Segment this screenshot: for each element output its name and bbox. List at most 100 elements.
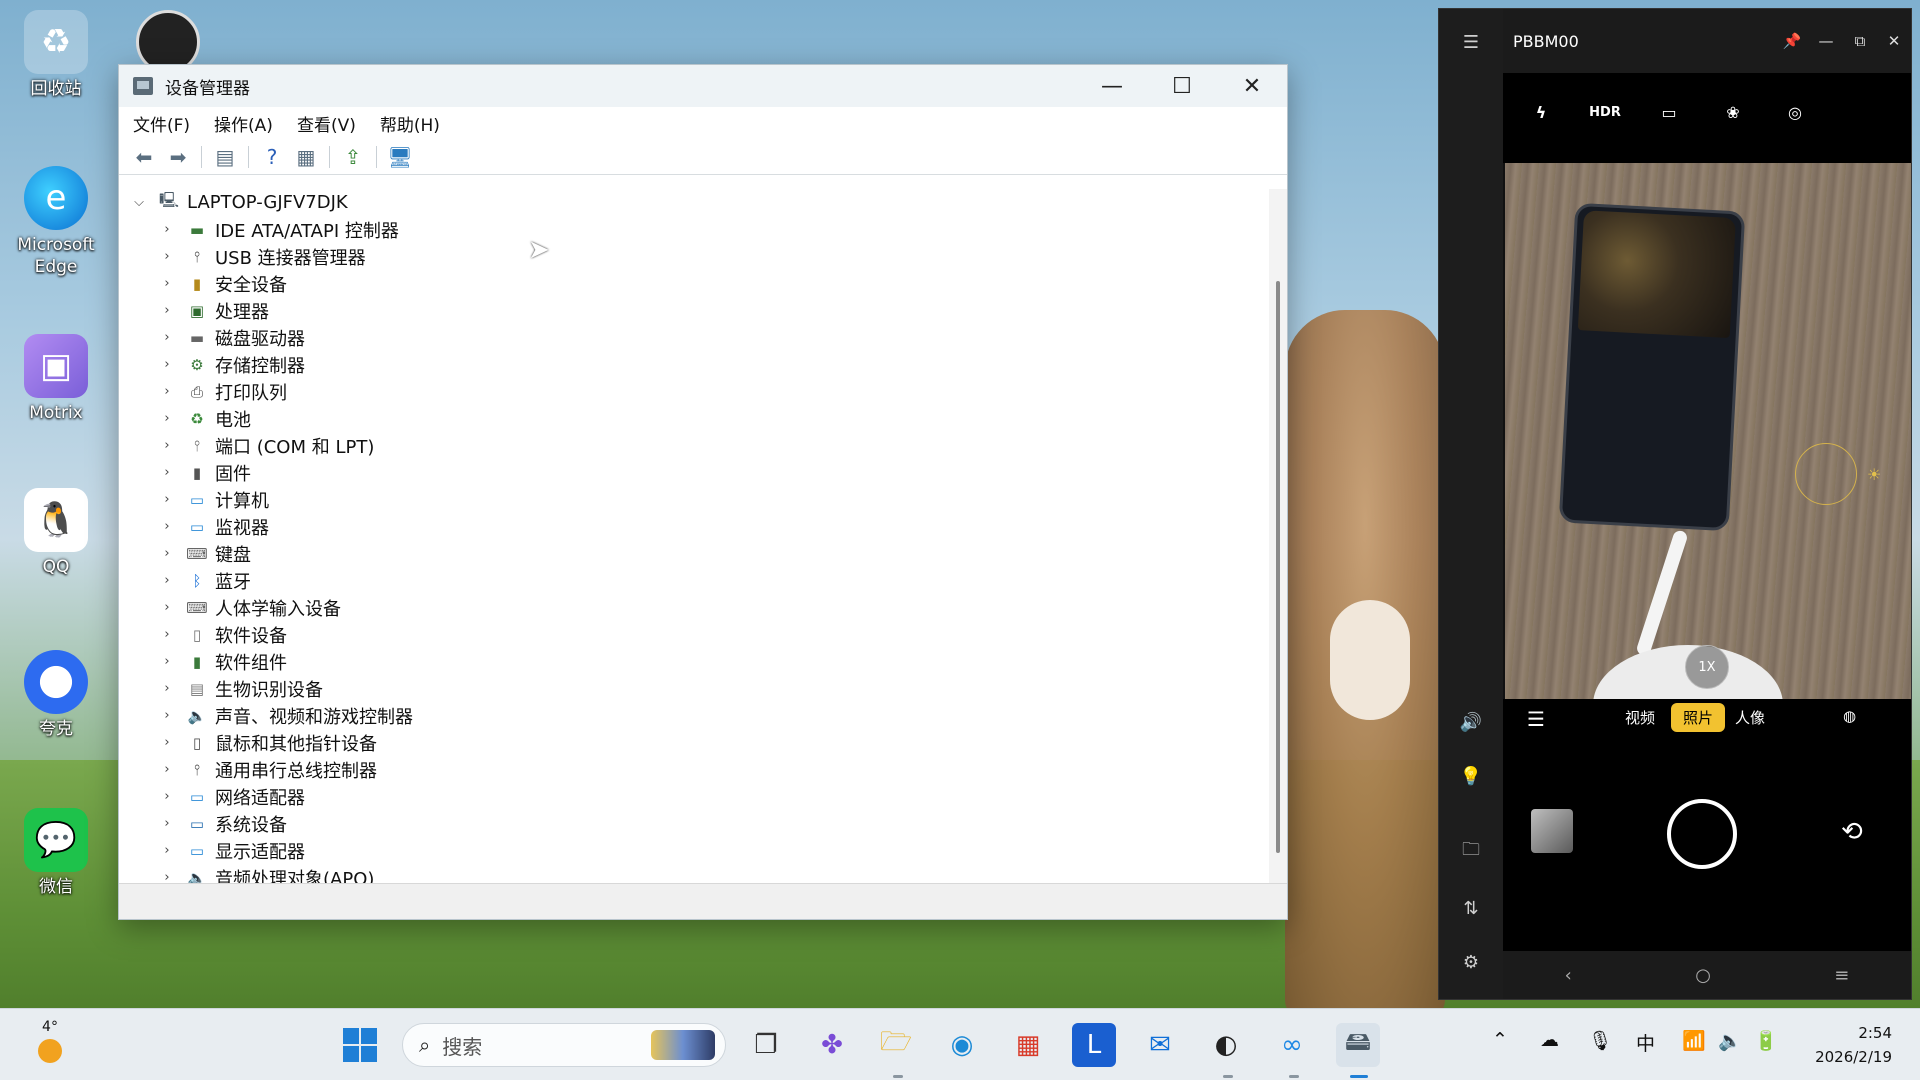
sidebar-menu-icon[interactable]: ☰ bbox=[1439, 27, 1503, 57]
chevron-right-icon[interactable]: › bbox=[159, 870, 175, 883]
onedrive-icon[interactable]: ☁ bbox=[1540, 1029, 1559, 1051]
update-driver-icon[interactable]: ⇪ bbox=[340, 144, 366, 170]
folder-icon[interactable]: 🗀 bbox=[1439, 837, 1503, 867]
nav-back-icon[interactable]: ‹ bbox=[1565, 965, 1572, 986]
task-view-icon[interactable]: ❐ bbox=[744, 1023, 788, 1067]
camera-settings-icon[interactable]: ◎ bbox=[1775, 103, 1815, 122]
taskbar-search[interactable]: ⌕ 搜索 bbox=[402, 1023, 726, 1067]
chevron-right-icon[interactable]: › bbox=[159, 762, 175, 777]
tree-item[interactable]: › ▣ 处理器 bbox=[119, 297, 1269, 324]
chevron-right-icon[interactable]: › bbox=[159, 546, 175, 561]
file-explorer-icon[interactable]: 🗁 bbox=[874, 1023, 918, 1067]
obs-taskbar-icon[interactable]: ◐ bbox=[1204, 1023, 1248, 1067]
scrollbar-thumb[interactable] bbox=[1276, 281, 1280, 853]
chevron-right-icon[interactable]: › bbox=[159, 735, 175, 750]
chevron-right-icon[interactable]: › bbox=[159, 330, 175, 345]
properties-icon[interactable]: ▦ bbox=[293, 144, 319, 170]
desktop-icon-recycle-bin[interactable]: ♻ 回收站 bbox=[14, 10, 98, 100]
forward-arrow-icon[interactable]: ➡ bbox=[165, 144, 191, 170]
chevron-right-icon[interactable]: › bbox=[159, 411, 175, 426]
window-titlebar[interactable]: 设备管理器 — ☐ ✕ bbox=[119, 65, 1287, 107]
battery-charging-icon[interactable]: 🔋 bbox=[1754, 1029, 1778, 1052]
chevron-right-icon[interactable]: › bbox=[159, 708, 175, 723]
chevron-right-icon[interactable]: › bbox=[159, 384, 175, 399]
tree-item[interactable]: › ♻ 电池 bbox=[119, 405, 1269, 432]
vertical-scrollbar[interactable] bbox=[1269, 189, 1287, 883]
menu-file[interactable]: 文件(F) bbox=[133, 111, 190, 136]
weather-widget[interactable]: 4° bbox=[28, 1019, 72, 1063]
desktop-icon-wechat[interactable]: 💬 微信 bbox=[14, 808, 98, 898]
chevron-right-icon[interactable]: › bbox=[159, 438, 175, 453]
speaker-icon[interactable]: 🔈 bbox=[1718, 1029, 1742, 1052]
system-clock[interactable]: 2:54 2026/2/19 bbox=[1815, 1021, 1892, 1069]
tree-item[interactable]: › 🔈 声音、视频和游戏控制器 bbox=[119, 702, 1269, 729]
chevron-right-icon[interactable]: › bbox=[159, 519, 175, 534]
link-app-icon[interactable]: ∞ bbox=[1270, 1023, 1314, 1067]
camera-viewfinder[interactable]: 1X ☀ bbox=[1505, 163, 1911, 699]
ime-indicator[interactable]: 中 bbox=[1636, 1029, 1655, 1056]
back-arrow-icon[interactable]: ⬅ bbox=[131, 144, 157, 170]
tree-item[interactable]: › ⫯ 通用串行总线控制器 bbox=[119, 756, 1269, 783]
edge-taskbar-icon[interactable]: ◉ bbox=[940, 1023, 984, 1067]
chevron-right-icon[interactable]: › bbox=[159, 492, 175, 507]
chevron-right-icon[interactable]: › bbox=[159, 465, 175, 480]
chevron-right-icon[interactable]: › bbox=[159, 573, 175, 588]
chevron-right-icon[interactable]: › bbox=[159, 789, 175, 804]
switch-camera-icon[interactable]: ⟲ bbox=[1841, 817, 1863, 847]
zoom-button[interactable]: 1X bbox=[1685, 645, 1729, 689]
chevron-right-icon[interactable]: › bbox=[159, 816, 175, 831]
tree-item[interactable]: › ⌨ 人体学输入设备 bbox=[119, 594, 1269, 621]
hdr-toggle[interactable]: HDR bbox=[1585, 105, 1625, 120]
show-hide-console-tree-icon[interactable]: ▤ bbox=[212, 144, 238, 170]
start-button[interactable] bbox=[338, 1023, 382, 1067]
desktop-icon-motrix[interactable]: ▣ Motrix bbox=[14, 334, 98, 424]
phone-titlebar[interactable]: PBBM00 📌 — ⧉ ✕ bbox=[1503, 9, 1911, 73]
chevron-right-icon[interactable]: › bbox=[159, 222, 175, 237]
chevron-right-icon[interactable]: › bbox=[159, 681, 175, 696]
nav-home-icon[interactable]: ○ bbox=[1695, 965, 1711, 986]
exposure-sun-icon[interactable]: ☀ bbox=[1867, 465, 1881, 484]
scan-hardware-changes-icon[interactable]: 🖥 bbox=[387, 144, 413, 170]
mode-photo[interactable]: 照片 bbox=[1671, 703, 1726, 732]
shutter-button[interactable] bbox=[1667, 799, 1737, 869]
maximize-button[interactable]: ☐ bbox=[1147, 65, 1217, 107]
mode-video[interactable]: 视频 bbox=[1625, 707, 1655, 728]
bulb-icon[interactable]: 💡 bbox=[1439, 761, 1503, 791]
chevron-right-icon[interactable]: › bbox=[159, 627, 175, 642]
chevron-right-icon[interactable]: › bbox=[159, 843, 175, 858]
tree-item[interactable]: › 🔈 音频处理对象(APO) bbox=[119, 864, 1269, 884]
tree-item[interactable]: › ▯ 鼠标和其他指针设备 bbox=[119, 729, 1269, 756]
help-icon[interactable]: ? bbox=[259, 144, 285, 170]
tree-item[interactable]: › ⌨ 键盘 bbox=[119, 540, 1269, 567]
settings-gear-icon[interactable]: ⚙ bbox=[1439, 947, 1503, 977]
chevron-right-icon[interactable]: › bbox=[159, 249, 175, 264]
tree-item[interactable]: › ▭ 网络适配器 bbox=[119, 783, 1269, 810]
minimize-button[interactable]: — bbox=[1077, 65, 1147, 107]
transfer-icon[interactable]: ⇅ bbox=[1439, 893, 1503, 923]
chevron-right-icon[interactable]: › bbox=[159, 600, 175, 615]
tree-item[interactable]: › ▭ 系统设备 bbox=[119, 810, 1269, 837]
tree-item[interactable]: › ⫯ USB 连接器管理器 bbox=[119, 243, 1269, 270]
tree-root-computer[interactable]: ⌵ 🖳 LAPTOP-GJFV7DJK bbox=[119, 189, 1269, 216]
filter-icon[interactable]: ❀ bbox=[1713, 103, 1753, 122]
chevron-right-icon[interactable]: › bbox=[159, 276, 175, 291]
microphone-icon[interactable]: 🎙 bbox=[1588, 1029, 1612, 1052]
nav-recents-icon[interactable]: ≡ bbox=[1834, 965, 1849, 986]
show-hidden-icons-chevron-icon[interactable]: ⌃ bbox=[1492, 1029, 1508, 1051]
gallery-thumbnail[interactable] bbox=[1531, 809, 1573, 853]
tree-item[interactable]: › ⎙ 打印队列 bbox=[119, 378, 1269, 405]
chevron-right-icon[interactable]: › bbox=[159, 357, 175, 372]
desktop-icon-quark[interactable]: 夸克 bbox=[14, 650, 98, 740]
menu-help[interactable]: 帮助(H) bbox=[380, 111, 440, 136]
restore-button[interactable]: ⧉ bbox=[1843, 9, 1877, 73]
tree-item[interactable]: › ▭ 计算机 bbox=[119, 486, 1269, 513]
tree-item[interactable]: › ▬ IDE ATA/ATAPI 控制器 bbox=[119, 216, 1269, 243]
tree-item[interactable]: › ▯ 软件设备 bbox=[119, 621, 1269, 648]
tree-item[interactable]: › ▭ 显示适配器 bbox=[119, 837, 1269, 864]
desktop-icon-qq[interactable]: 🐧 QQ bbox=[14, 488, 98, 578]
tree-item[interactable]: › ᛒ 蓝牙 bbox=[119, 567, 1269, 594]
desktop-icon-edge[interactable]: e Microsoft Edge bbox=[14, 166, 98, 278]
minimize-button[interactable]: — bbox=[1809, 9, 1843, 73]
tree-item[interactable]: › ▮ 安全设备 bbox=[119, 270, 1269, 297]
mode-portrait[interactable]: 人像 bbox=[1735, 707, 1765, 728]
